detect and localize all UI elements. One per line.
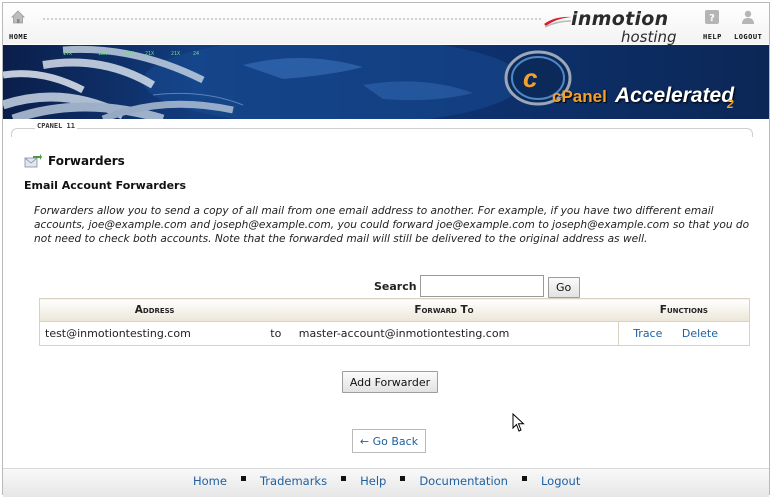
delete-link[interactable]: Delete xyxy=(682,327,718,340)
forwarders-icon xyxy=(24,154,42,168)
row-functions: Trace Delete xyxy=(619,322,750,346)
banner-accelerated-text: Accelerated xyxy=(615,84,735,107)
cpanel-banner: 17X 18X 19X 21X 21X 24 c cPanel Accelerated … xyxy=(3,45,769,119)
column-header-functions: Functions xyxy=(618,298,750,322)
footer-link-logout[interactable]: Logout xyxy=(541,474,580,488)
forwarders-table: Address Forward To Functions test@inmoti… xyxy=(39,298,750,346)
footer-link-help[interactable]: Help xyxy=(360,474,386,488)
version-bar: CPANEL 11 xyxy=(3,119,769,137)
column-header-forward-to: Forward To xyxy=(269,298,619,322)
table-row: test@inmotiontesting.com to master-accou… xyxy=(40,321,750,346)
logout-button[interactable]: LOGOUT xyxy=(734,9,762,41)
mouse-cursor-icon xyxy=(512,413,525,432)
go-back-button[interactable]: ← Go Back xyxy=(352,429,426,453)
footer-link-home[interactable]: Home xyxy=(193,474,227,488)
page-title-text: Forwarders xyxy=(48,154,125,168)
home-button[interactable]: HOME xyxy=(9,9,28,41)
search-label: Search xyxy=(374,279,417,293)
help-button[interactable]: ? HELP xyxy=(703,9,722,41)
banner-cpanel-text: cPanel xyxy=(552,87,607,106)
footer-separator xyxy=(240,475,246,481)
top-bar: HOME inmotion hosting ? HELP LOGOUT xyxy=(3,3,769,46)
svg-text:?: ? xyxy=(710,13,716,24)
version-tab-outline xyxy=(11,128,753,137)
svg-text:21X: 21X xyxy=(171,51,180,57)
home-icon xyxy=(11,10,26,24)
footer-link-documentation[interactable]: Documentation xyxy=(419,474,508,488)
brand-sub: hosting xyxy=(621,28,677,46)
cpanel-version: CPANEL 11 xyxy=(35,122,77,130)
row-forward-cell: to master-account@inmotiontesting.com xyxy=(269,321,620,346)
search-row: Search Go xyxy=(374,274,580,298)
footer-link-trademarks[interactable]: Trademarks xyxy=(260,474,327,488)
page-title: Forwarders xyxy=(24,152,125,170)
svg-text:21X: 21X xyxy=(145,51,154,57)
trace-link[interactable]: Trace xyxy=(633,327,662,340)
footer-separator xyxy=(521,475,527,481)
add-forwarder-button[interactable]: Add Forwarder xyxy=(342,371,438,393)
row-to-label: to xyxy=(270,327,282,340)
footer: Home Trademarks Help Documentation Logou… xyxy=(3,468,769,497)
footer-separator xyxy=(341,475,347,481)
help-icon: ? xyxy=(705,10,720,24)
search-go-button[interactable]: Go xyxy=(547,277,580,298)
svg-text:19X: 19X xyxy=(125,51,134,57)
search-input[interactable] xyxy=(419,275,544,297)
row-forward-to: master-account@inmotiontesting.com xyxy=(298,327,510,340)
svg-text:18X: 18X xyxy=(98,51,107,57)
brand-name: inmotion xyxy=(571,8,669,30)
footer-links: Home Trademarks Help Documentation Logou… xyxy=(193,474,580,488)
section-title: Email Account Forwarders xyxy=(24,179,186,192)
column-header-address: Address xyxy=(39,298,270,322)
inmotion-logo: inmotion hosting xyxy=(543,8,683,46)
logo-swoosh-icon xyxy=(544,16,572,28)
logout-label: LOGOUT xyxy=(734,33,763,41)
banner-version-number: 2 xyxy=(727,97,734,111)
description-text: Forwarders allow you to send a copy of a… xyxy=(34,205,750,245)
svg-text:17X: 17X xyxy=(63,51,72,57)
table-header-row: Address Forward To Functions xyxy=(39,298,750,322)
top-divider xyxy=(43,18,541,20)
user-icon xyxy=(742,10,755,24)
footer-separator xyxy=(400,475,406,481)
svg-text:24: 24 xyxy=(193,51,199,57)
help-label: HELP xyxy=(703,33,722,41)
svg-text:c: c xyxy=(523,63,538,93)
home-label: HOME xyxy=(9,33,28,41)
row-address: test@inmotiontesting.com xyxy=(45,327,191,340)
